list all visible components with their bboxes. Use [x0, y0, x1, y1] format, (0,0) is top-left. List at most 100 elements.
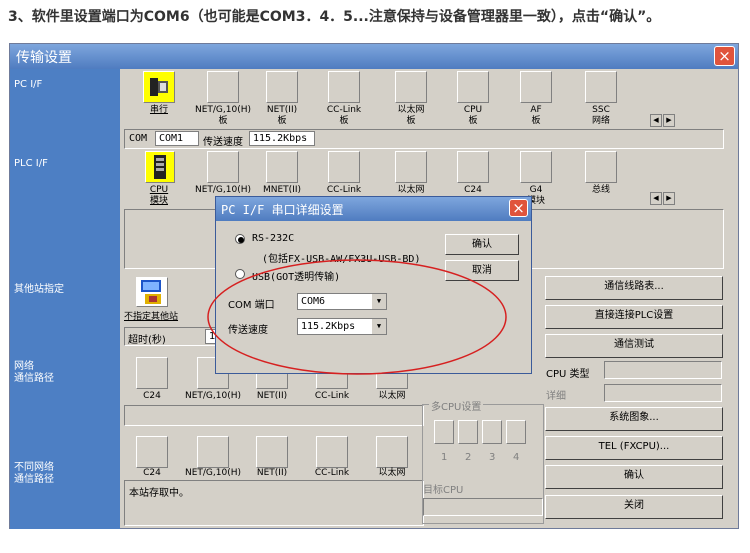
- diff-netg10-tile[interactable]: [197, 436, 229, 468]
- window-close-button[interactable]: ×: [714, 46, 735, 66]
- dialog-ok-button[interactable]: 确认: [445, 234, 519, 255]
- pc-af-board-tile[interactable]: [520, 71, 552, 103]
- cpu-slot-1[interactable]: [434, 420, 454, 444]
- close-button[interactable]: 关闭: [545, 495, 723, 519]
- system-image-button[interactable]: 系统图象...: [545, 407, 723, 431]
- direct-plc-button[interactable]: 直接连接PLC设置: [545, 305, 723, 329]
- status-panel: 本站存取中。: [124, 480, 424, 526]
- diff-c24-tile[interactable]: [136, 436, 168, 468]
- cpu-type-label: CPU 类型: [546, 369, 590, 380]
- diff-tile-label: 以太网: [378, 468, 406, 478]
- rs232c-label: RS-232C: [252, 233, 295, 244]
- pc-com-field[interactable]: COM1: [155, 131, 199, 146]
- multi-cpu-title: 多CPU设置: [429, 398, 484, 413]
- sidebar-network-route[interactable]: 网络 通信路径: [14, 361, 54, 385]
- no-other-station-icon[interactable]: [136, 277, 168, 307]
- pc-if-settings-bar: COM COM1 传送速度 115.2Kbps: [124, 129, 724, 149]
- serial-cable-icon[interactable]: [143, 71, 175, 103]
- pc-tile-label: SSC 网络: [591, 105, 610, 126]
- scroll-left-button[interactable]: ◀: [650, 114, 662, 127]
- sidebar-other-station[interactable]: 其他站指定: [14, 284, 64, 296]
- diff-tile-label: CC-Link: [314, 468, 350, 478]
- window-titlebar: 传输设置 ×: [10, 44, 738, 69]
- dialog-close-icon[interactable]: ×: [509, 199, 528, 217]
- sidebar-diff-network-route[interactable]: 不同网络 通信路径: [14, 462, 54, 486]
- scroll-right-button[interactable]: ▶: [663, 114, 675, 127]
- plc-cpu-icon[interactable]: [145, 151, 175, 183]
- plc-tile-label: 以太网: [397, 185, 425, 195]
- cpu-num: 1: [441, 452, 448, 463]
- pc-tile-label: NET(II) 板: [266, 105, 298, 126]
- cpu-num: 2: [465, 452, 472, 463]
- sidebar: PC I/F PLC I/F 其他站指定 网络 通信路径 不同网络 通信路径: [10, 69, 120, 529]
- pc-tile-label: AF 板: [530, 105, 542, 126]
- pc-tile-label: 以太网 板: [397, 105, 425, 126]
- no-other-station-label: 不指定其他站: [124, 312, 179, 322]
- multi-cpu-group: 多CPU设置 1 2 3 4 目标CPU: [422, 398, 544, 524]
- scroll-left-button[interactable]: ◀: [650, 192, 662, 205]
- diff-net2-tile[interactable]: [256, 436, 288, 468]
- plc-tile-label: C24: [464, 185, 482, 195]
- pc-cclink-tile[interactable]: [328, 71, 360, 103]
- route-c24-tile[interactable]: [136, 357, 168, 389]
- rs232c-radio[interactable]: [235, 234, 245, 244]
- tel-button[interactable]: TEL (FXCPU)...: [545, 436, 723, 460]
- route-list-button[interactable]: 通信线路表...: [545, 276, 723, 300]
- plc-tile-label: CPU 模块: [149, 185, 169, 206]
- diff-tile-label: NET/G,10(H): [184, 468, 242, 478]
- pc-com-label: COM: [129, 133, 148, 144]
- plc-tile-label: CC-Link: [326, 185, 362, 195]
- diff-cclink-tile[interactable]: [316, 436, 348, 468]
- pc-net2-tile[interactable]: [266, 71, 298, 103]
- highlight-ellipse: [207, 259, 507, 375]
- remark-field: [604, 384, 722, 402]
- pc-ethernet-tile[interactable]: [395, 71, 427, 103]
- diff-ethernet-tile[interactable]: [376, 436, 408, 468]
- plc-g4-tile[interactable]: [520, 151, 552, 183]
- dialog-titlebar: PC I/F 串口详细设置 ×: [216, 197, 531, 221]
- cpu-slot-2[interactable]: [458, 420, 478, 444]
- cpu-num: 3: [489, 452, 496, 463]
- route-tile-label: C24: [143, 391, 161, 401]
- plc-tile-label: 总线: [591, 185, 610, 195]
- plc-tile-label: NET/G,10(H): [194, 185, 252, 195]
- route-tile-label: NET/G,10(H): [184, 391, 242, 401]
- cpu-num: 4: [513, 452, 520, 463]
- pc-speed-label: 传送速度: [203, 137, 243, 148]
- sidebar-plc-if[interactable]: PLC I/F: [14, 158, 48, 170]
- pc-tile-label: NET/G,10(H) 板: [194, 105, 252, 126]
- timeout-label: 超时(秒): [128, 335, 166, 346]
- pc-speed-field[interactable]: 115.2Kbps: [249, 131, 315, 146]
- scroll-right-button[interactable]: ▶: [663, 192, 675, 205]
- diff-tile-label: C24: [143, 468, 161, 478]
- pc-tile-label: CC-Link 板: [326, 105, 362, 126]
- remark-label: 详细: [546, 391, 566, 402]
- route-tile-label: 以太网: [378, 391, 406, 401]
- status-text: 本站存取中。: [129, 488, 189, 499]
- target-cpu-label: 目标CPU: [423, 485, 464, 496]
- plc-c24-tile[interactable]: [457, 151, 489, 183]
- pc-tile-label: CPU 板: [463, 105, 483, 126]
- diff-tile-label: NET(II): [256, 468, 288, 478]
- pc-ssc-tile[interactable]: [585, 71, 617, 103]
- plc-netg10-tile[interactable]: [207, 151, 239, 183]
- plc-bus-tile[interactable]: [585, 151, 617, 183]
- window-title: 传输设置: [16, 50, 72, 66]
- cpu-slot-3[interactable]: [482, 420, 502, 444]
- cpu-type-field: [604, 361, 722, 379]
- plc-ethernet-tile[interactable]: [395, 151, 427, 183]
- plc-cclink-tile[interactable]: [328, 151, 360, 183]
- route-tile-label: NET(II): [256, 391, 288, 401]
- plc-mnet2-tile[interactable]: [266, 151, 298, 183]
- target-cpu-field[interactable]: [423, 498, 543, 516]
- comm-test-button[interactable]: 通信测试: [545, 334, 723, 358]
- pc-tile-label: 串行: [149, 105, 168, 115]
- ok-button[interactable]: 确认: [545, 465, 723, 489]
- pc-cpu-board-tile[interactable]: [457, 71, 489, 103]
- cpu-slot-4[interactable]: [506, 420, 526, 444]
- plc-tile-label: MNET(II): [262, 185, 301, 195]
- pc-netg10-tile[interactable]: [207, 71, 239, 103]
- dialog-title: PC I/F 串口详细设置: [221, 203, 344, 217]
- instruction-caption: 3、软件里设置端口为COM6（也可能是COM3．4．5...注意保持与设备管理器…: [8, 9, 661, 25]
- sidebar-pc-if[interactable]: PC I/F: [14, 79, 42, 91]
